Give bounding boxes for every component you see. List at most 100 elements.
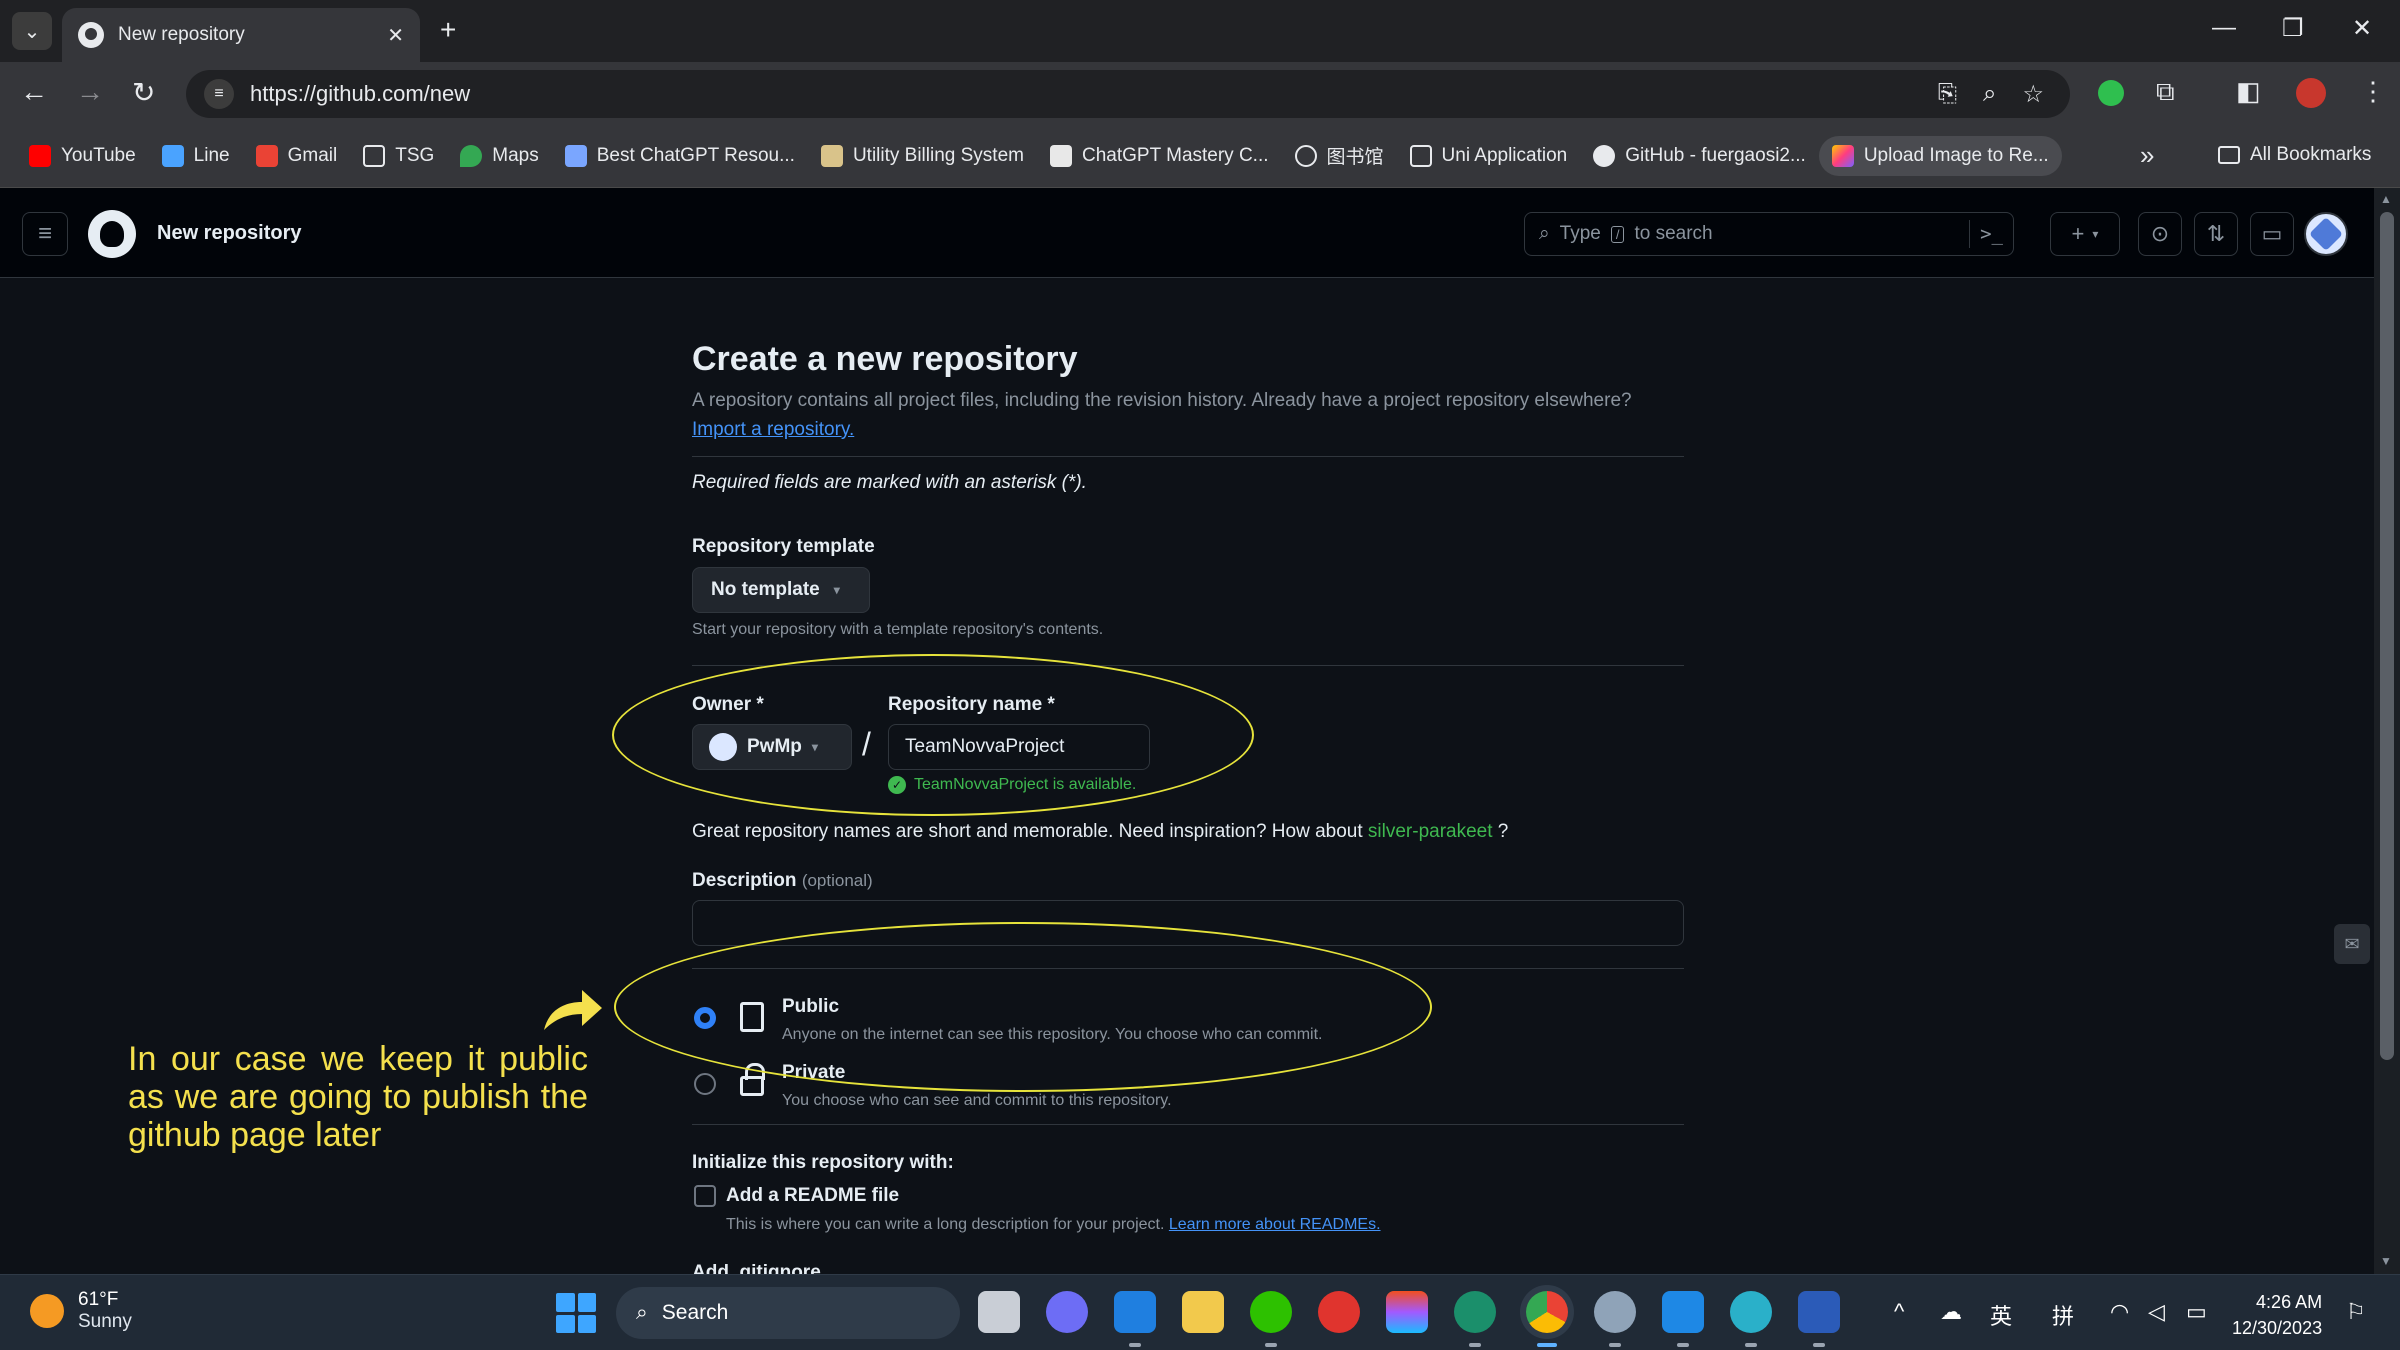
page-scrollbar[interactable]: ▲ ▼ <box>2374 188 2400 1274</box>
profile-avatar[interactable] <box>2296 78 2326 108</box>
feedback-icon[interactable]: ✉ <box>2334 924 2370 964</box>
edge-icon[interactable] <box>1454 1291 1496 1347</box>
chevron-down-icon: ▾ <box>811 740 818 754</box>
bookmark-chatgpt-mastery[interactable]: ChatGPT Mastery C... <box>1037 136 1282 176</box>
bookmark-folder-uni[interactable]: Uni Application <box>1397 136 1581 176</box>
public-radio[interactable] <box>694 1007 716 1029</box>
onedrive-icon[interactable]: ☁ <box>1940 1299 1962 1325</box>
tab-search-button[interactable]: ⌄ <box>12 12 52 50</box>
scrollbar-thumb[interactable] <box>2380 212 2394 1060</box>
bookmark-gmail[interactable]: Gmail <box>243 136 351 176</box>
inbox-icon[interactable]: ▭ <box>2250 212 2294 256</box>
owner-select[interactable]: PwMp ▾ <box>692 724 852 770</box>
browser-menu-icon[interactable]: ⋮ <box>2360 76 2386 107</box>
acrobat-icon[interactable] <box>1318 1291 1360 1333</box>
word-icon[interactable] <box>1798 1291 1840 1347</box>
wifi-icon[interactable]: ◠ <box>2110 1299 2129 1325</box>
side-panel-icon[interactable]: ◧ <box>2236 76 2261 107</box>
task-view-icon[interactable] <box>978 1291 1020 1333</box>
chevron-down-icon: ▾ <box>833 583 840 597</box>
wechat-icon[interactable] <box>1250 1291 1292 1347</box>
windows-taskbar: 61°F Sunny ⌕ Search ^ ☁ 英 拼 ◠ ◁ ▭ 4:26 A… <box>0 1274 2400 1350</box>
readme-checkbox[interactable] <box>694 1185 716 1207</box>
description-input[interactable] <box>692 900 1684 946</box>
forward-button[interactable]: → <box>76 76 104 108</box>
tab-new-repository[interactable]: New repository ✕ <box>62 8 420 62</box>
window-close-button[interactable]: ✕ <box>2352 14 2372 43</box>
bookmark-youtube[interactable]: YouTube <box>16 136 149 176</box>
settings-icon[interactable] <box>1594 1291 1636 1347</box>
private-radio[interactable] <box>694 1073 716 1095</box>
required-fields-note: Required fields are marked with an aster… <box>692 472 1087 493</box>
bookmark-github[interactable]: GitHub - fuergaosi2... <box>1580 136 1819 176</box>
vscode-icon[interactable] <box>1662 1291 1704 1347</box>
figma-icon[interactable] <box>1386 1291 1428 1333</box>
user-avatar[interactable] <box>2304 212 2348 256</box>
repo-name-input[interactable]: TeamNovvaProject <box>888 724 1150 770</box>
check-circle-icon: ✓ <box>888 776 906 794</box>
tray-overflow-icon[interactable]: ^ <box>1894 1299 1904 1325</box>
search-icon: ⌕ <box>1539 223 1550 244</box>
url-text[interactable]: https://github.com/new <box>250 81 1938 107</box>
github-favicon-icon <box>78 22 104 48</box>
app-icon[interactable] <box>1730 1291 1772 1347</box>
bookmark-maps[interactable]: Maps <box>447 136 551 176</box>
template-select[interactable]: No template ▾ <box>692 567 870 613</box>
github-search-input[interactable]: ⌕ Type / to search >_ <box>1524 212 2014 256</box>
outlook-icon[interactable] <box>1114 1291 1156 1347</box>
ime-language[interactable]: 英 <box>1990 1299 2012 1331</box>
notifications-icon[interactable]: ⚐ <box>2346 1299 2366 1325</box>
youtube-icon <box>29 144 51 167</box>
bookmark-folder-tsg[interactable]: TSG <box>350 136 447 176</box>
github-icon <box>1593 144 1616 167</box>
github-logo-icon[interactable] <box>88 210 136 258</box>
zoom-icon[interactable]: ⌕ <box>1983 80 1996 108</box>
create-new-button[interactable]: + ▾ <box>2050 212 2120 256</box>
divider <box>692 456 1684 457</box>
bookmark-library[interactable]: 图书馆 <box>1282 136 1397 176</box>
issues-icon[interactable]: ⊙ <box>2138 212 2182 256</box>
menu-hamburger-icon[interactable]: ≡ <box>22 212 68 256</box>
folder-icon <box>1409 144 1432 167</box>
pull-requests-icon[interactable]: ⇅ <box>2194 212 2238 256</box>
bookmark-upload-image[interactable]: Upload Image to Re... <box>1818 135 2062 176</box>
install-app-icon[interactable]: ⎘ <box>1938 80 1957 108</box>
site-info-icon[interactable]: ≡ <box>204 79 234 109</box>
ime-mode[interactable]: 拼 <box>2052 1299 2074 1331</box>
taskbar-search[interactable]: ⌕ Search <box>616 1287 960 1339</box>
weather-widget[interactable]: 61°F Sunny <box>30 1289 132 1333</box>
all-bookmarks-button[interactable]: All Bookmarks <box>2218 144 2371 166</box>
chrome-icon[interactable] <box>1526 1291 1568 1347</box>
maps-icon <box>460 144 483 167</box>
lock-icon <box>740 1063 765 1096</box>
annotation-arrow-icon <box>544 990 602 1030</box>
start-button[interactable] <box>556 1293 596 1333</box>
clock[interactable]: 4:26 AM 12/30/2023 <box>2232 1289 2322 1341</box>
teams-chat-icon[interactable] <box>1046 1291 1088 1333</box>
bookmark-chatgpt-resources[interactable]: Best ChatGPT Resou... <box>552 136 808 176</box>
command-palette-icon[interactable]: >_ <box>1969 220 2013 248</box>
file-explorer-icon[interactable] <box>1182 1291 1224 1333</box>
divider <box>692 665 1684 666</box>
bookmark-star-icon[interactable]: ☆ <box>2022 80 2044 109</box>
extensions-icon[interactable]: ⧉ <box>2156 76 2175 108</box>
restore-button[interactable]: ❐ <box>2282 14 2304 43</box>
learn-more-readme-link[interactable]: Learn more about READMEs. <box>1169 1216 1381 1233</box>
scroll-down-icon[interactable]: ▼ <box>2380 1254 2392 1268</box>
more-bookmarks-icon[interactable]: » <box>2140 140 2154 171</box>
suggested-name-link[interactable]: silver-parakeet <box>1368 821 1493 842</box>
bookmark-line[interactable]: Line <box>149 136 243 176</box>
import-repository-link[interactable]: Import a repository. <box>692 419 854 441</box>
tab-close-icon[interactable]: ✕ <box>387 23 404 48</box>
battery-icon[interactable]: ▭ <box>2186 1299 2207 1325</box>
volume-icon[interactable]: ◁ <box>2148 1299 2165 1325</box>
bookmark-utility-billing[interactable]: Utility Billing System <box>808 136 1037 176</box>
extension-green-icon[interactable] <box>2098 80 2124 106</box>
back-button[interactable]: ← <box>20 76 48 108</box>
reload-button[interactable]: ↻ <box>132 76 155 109</box>
new-tab-button[interactable]: + <box>440 14 456 46</box>
address-bar[interactable]: ≡ https://github.com/new ⎘ ⌕ ☆ <box>186 70 2070 118</box>
minimize-button[interactable]: — <box>2212 14 2236 42</box>
scroll-up-icon[interactable]: ▲ <box>2380 192 2392 206</box>
readme-label[interactable]: Add a README file <box>726 1185 899 1207</box>
